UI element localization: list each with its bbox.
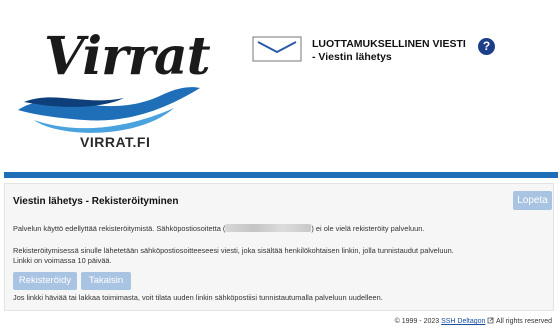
message-subtitle: - Viestin lähetys xyxy=(312,51,392,63)
header-divider-bar xyxy=(4,172,558,178)
logo-waves-icon xyxy=(18,87,200,133)
footer-ssh-link[interactable]: SSH Deltagon xyxy=(441,318,485,325)
registration-panel: Viestin lähetys - Rekisteröityminen Lope… xyxy=(4,183,554,311)
footer-copyright: © 1999 - 2023 xyxy=(394,318,442,325)
footer-rights: All rights reserved xyxy=(494,318,552,325)
link-help-text: Jos linkki häviää tai lakkaa toimimasta,… xyxy=(13,293,383,302)
p1-text-after: ) ei ole vielä rekisteröity palveluun. xyxy=(311,224,425,233)
logo-script-text: Virrat xyxy=(44,26,211,87)
redacted-email xyxy=(225,224,312,232)
envelope-icon xyxy=(252,36,302,62)
logo-url-text: VIRRAT.FI xyxy=(80,134,151,150)
register-button[interactable]: Rekisteröidy xyxy=(13,272,77,290)
p2-line-2: Linkki on voimassa 10 päivää. xyxy=(13,256,112,265)
virrat-logo: Virrat VIRRAT.FI xyxy=(14,22,211,162)
panel-title: Viestin lähetys - Rekisteröityminen xyxy=(13,196,179,207)
back-button[interactable]: Takaisin xyxy=(81,272,131,290)
page-header: Virrat VIRRAT.FI LUOTTAMUKSELLINEN VIEST… xyxy=(0,0,558,172)
footer: © 1999 - 2023 SSH Deltagon All rights re… xyxy=(395,317,552,325)
registration-info-text: Rekisteröitymisessä sinulle lähetetään s… xyxy=(13,246,454,266)
help-button[interactable]: ? xyxy=(478,38,495,55)
p1-text-before: Palvelun käyttö edellyttää rekisteröitym… xyxy=(13,224,226,233)
message-title: LUOTTAMUKSELLINEN VIESTI xyxy=(312,38,466,50)
p2-line-1: Rekisteröitymisessä sinulle lähetetään s… xyxy=(13,246,454,255)
registration-required-text: Palvelun käyttö edellyttää rekisteröitym… xyxy=(13,224,424,233)
lopeta-button[interactable]: Lopeta xyxy=(513,191,552,210)
